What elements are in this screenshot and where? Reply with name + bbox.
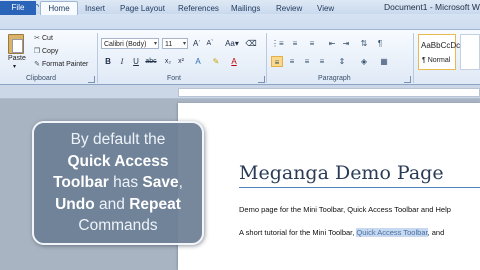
tab-view[interactable]: View: [317, 2, 334, 15]
tab-references[interactable]: References: [178, 2, 219, 15]
font-group-label: Font: [167, 75, 182, 82]
format-painter-button[interactable]: ✎ Format Painter: [32, 60, 88, 68]
paragraph-launcher-icon[interactable]: [404, 76, 411, 83]
text-effects-icon[interactable]: A: [192, 56, 204, 67]
style-normal[interactable]: AaBbCcDc ¶ Normal: [418, 34, 460, 70]
borders-icon[interactable]: ▦: [378, 56, 390, 67]
bullets-icon[interactable]: ⋮≡: [271, 38, 284, 49]
style-name-label: ¶ Normal: [422, 57, 451, 64]
window-title: Document1 - Microsoft Wo: [384, 2, 480, 12]
style-next[interactable]: [460, 34, 480, 70]
shrink-font-icon[interactable]: Aˋ: [204, 38, 216, 49]
ruler-page-area[interactable]: [178, 88, 480, 97]
copy-icon: ❐: [33, 48, 41, 55]
tab-review[interactable]: Review: [276, 2, 302, 15]
justify-icon[interactable]: ≡: [316, 56, 328, 67]
numbering-icon[interactable]: ≡: [289, 38, 301, 49]
group-divider: [97, 33, 98, 83]
strikethrough-icon[interactable]: abc: [145, 56, 157, 67]
ribbon-tab-row: [0, 14, 480, 29]
multilevel-list-icon[interactable]: ≡: [306, 38, 318, 49]
tab-page-layout[interactable]: Page Layout: [120, 2, 165, 15]
italic-icon[interactable]: I: [116, 56, 128, 67]
line-spacing-icon[interactable]: ⇕: [336, 56, 348, 67]
highlight-color-icon[interactable]: ✎: [210, 56, 222, 67]
change-case-icon[interactable]: Aa▾: [224, 38, 240, 49]
document-heading[interactable]: Meganga Demo Page: [239, 162, 444, 184]
font-color-icon[interactable]: A: [228, 56, 240, 67]
group-divider: [266, 33, 267, 83]
bold-icon[interactable]: B: [102, 56, 114, 67]
clipboard-launcher-icon[interactable]: [88, 76, 95, 83]
brush-icon: ✎: [34, 61, 40, 68]
font-launcher-icon[interactable]: [258, 76, 265, 83]
tab-home[interactable]: Home: [40, 1, 78, 15]
align-right-icon[interactable]: ≡: [301, 56, 313, 67]
show-marks-icon[interactable]: ¶: [374, 38, 386, 49]
callout-line-3: Toolbar has Save,: [53, 174, 183, 191]
paste-icon[interactable]: [8, 34, 24, 54]
callout-line-5: Commands: [78, 217, 158, 234]
chevron-down-icon: ▾: [182, 41, 186, 47]
font-name-dropdown[interactable]: Calibri (Body) ▾: [101, 38, 159, 49]
shading-icon[interactable]: ◈: [358, 56, 370, 67]
style-sample-text: AaBbCcDc: [421, 41, 461, 50]
callout-line-1: By default the: [70, 131, 166, 148]
paragraph-group-label: Paragraph: [318, 75, 351, 82]
tab-insert[interactable]: Insert: [85, 2, 105, 15]
clipboard-group-label: Clipboard: [26, 75, 56, 82]
callout-line-4: Undo and Repeat: [55, 195, 181, 213]
paste-button-label[interactable]: Paste: [8, 55, 26, 62]
scissors-icon: ✂: [34, 35, 40, 42]
copy-button[interactable]: ❐ Copy: [32, 47, 58, 55]
align-center-icon[interactable]: ≡: [286, 56, 298, 67]
document-paragraph-1[interactable]: Demo page for the Mini Toolbar, Quick Ac…: [239, 205, 451, 214]
group-divider: [413, 33, 414, 83]
paste-dropdown-icon[interactable]: ▾: [13, 63, 16, 70]
subscript-icon[interactable]: x₂: [162, 56, 174, 67]
chevron-down-icon: ▾: [153, 41, 157, 47]
tutorial-callout: By default the Quick Access Toolbar has …: [32, 121, 204, 245]
sort-icon[interactable]: ⇅: [358, 38, 370, 49]
increase-indent-icon[interactable]: ⇥: [340, 38, 352, 49]
callout-line-2: Quick Access: [67, 152, 169, 170]
grow-font-icon[interactable]: Aˈ: [191, 38, 203, 49]
heading-underline: [239, 187, 480, 188]
clear-formatting-icon[interactable]: ⌫: [245, 38, 257, 49]
tab-mailings[interactable]: Mailings: [231, 2, 260, 15]
underline-icon[interactable]: U: [130, 56, 142, 67]
superscript-icon[interactable]: x²: [175, 56, 187, 67]
selected-text[interactable]: Quick Access Toolbar: [356, 228, 428, 237]
decrease-indent-icon[interactable]: ⇤: [326, 38, 338, 49]
document-paragraph-2[interactable]: A short tutorial for the Mini Toolbar, Q…: [239, 228, 444, 237]
cut-button[interactable]: ✂ Cut: [32, 34, 53, 42]
font-size-dropdown[interactable]: 11 ▾: [162, 38, 188, 49]
align-left-icon[interactable]: ≡: [271, 56, 283, 67]
tab-file[interactable]: File: [0, 1, 36, 15]
